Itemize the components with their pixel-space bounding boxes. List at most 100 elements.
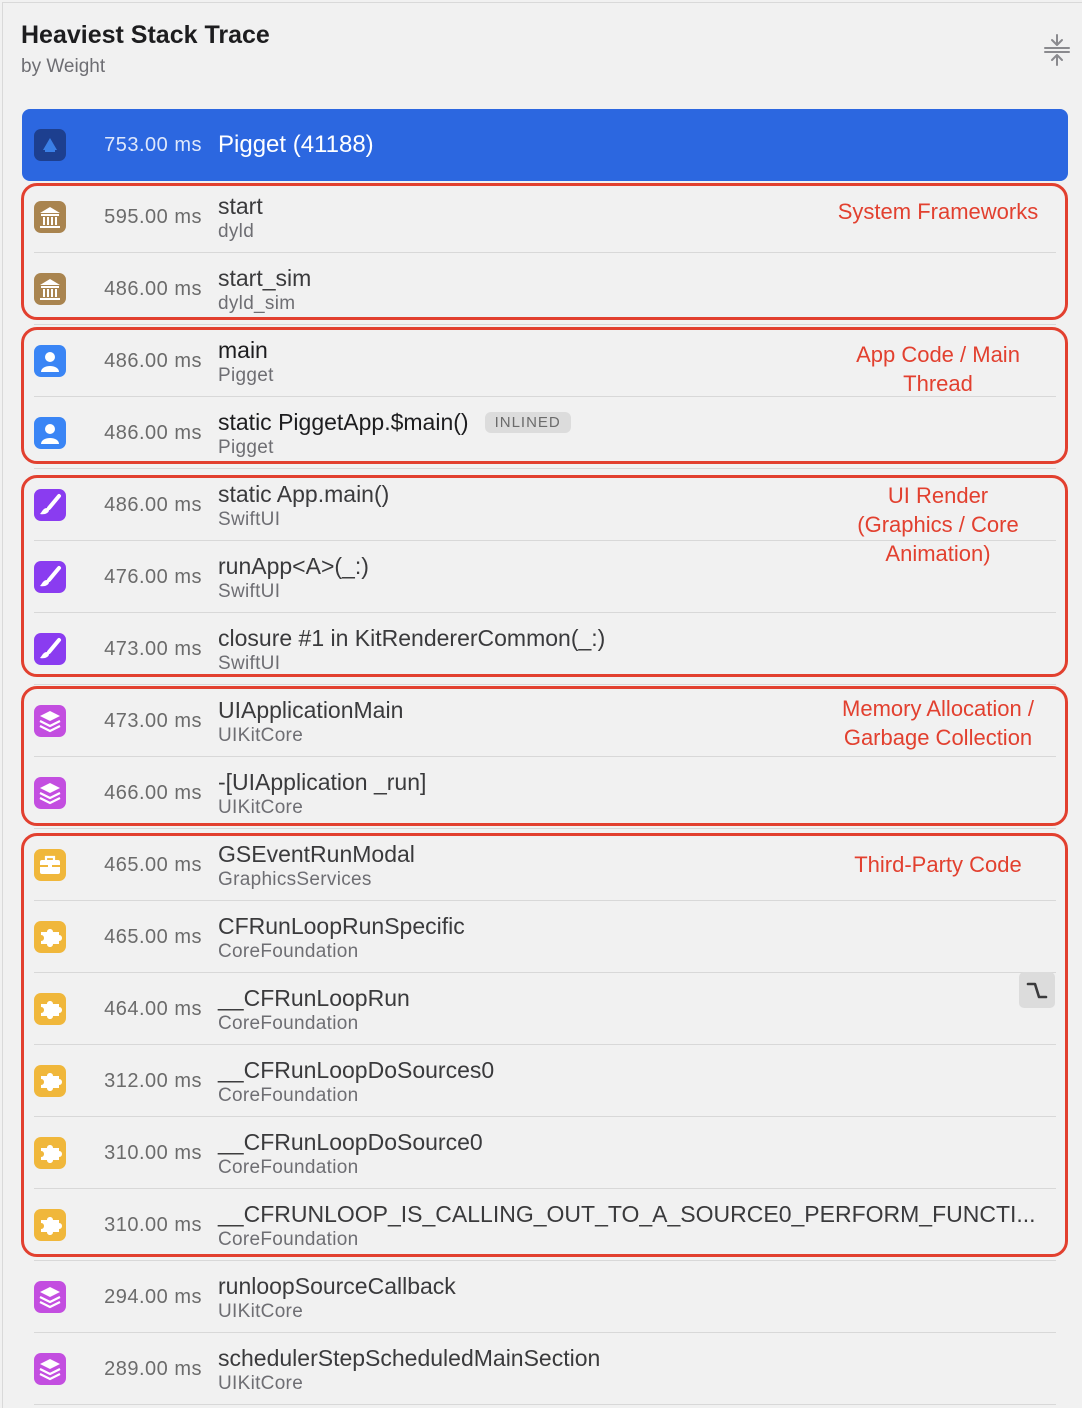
frame-symbol: UIApplicationMain [218, 697, 403, 724]
stack-frame-row[interactable]: 310.00 ms __CFRunLoopDoSource0 CoreFoundat… [22, 1117, 1068, 1189]
annotation-label: System Frameworks [818, 197, 1058, 226]
frame-weight: 473.00 ms [104, 638, 202, 660]
puzzle-icon [34, 1065, 66, 1097]
frame-symbol: runloopSourceCallback [218, 1273, 456, 1300]
frame-library: CoreFoundation [218, 1157, 359, 1178]
stack-frame-row[interactable]: 486.00 ms static PiggetApp.$main() INLINED… [22, 397, 1068, 469]
frame-weight: 464.00 ms [104, 998, 202, 1020]
stack-frame-row[interactable]: 312.00 ms __CFRunLoopDoSources0 CoreFounda… [22, 1045, 1068, 1117]
step-into-button[interactable] [1019, 972, 1055, 1008]
paintbrush-icon [34, 633, 66, 665]
frame-weight: 312.00 ms [104, 1070, 202, 1092]
annotation-label-line: (Graphics / Core [857, 512, 1019, 537]
annotation-label-line: UI Render [887, 483, 989, 508]
step-into-icon [1026, 982, 1048, 999]
puzzle-icon [34, 1209, 66, 1241]
stack-frame-row[interactable]: 310.00 ms __CFRUNLOOP_IS_CALLING_OUT_TO_A… [22, 1189, 1068, 1261]
frame-symbol-text: Pigget (41188) [218, 131, 374, 158]
frame-library: UIKitCore [218, 797, 304, 818]
toolbox-icon [34, 849, 66, 881]
frame-weight: 486.00 ms [104, 422, 202, 444]
annotation-label: Third-Party Code [818, 850, 1058, 879]
frame-library: SwiftUI [218, 581, 281, 602]
annotation-label: Memory Allocation / Garbage Collection [818, 694, 1058, 752]
frame-weight: 310.00 ms [104, 1142, 202, 1164]
puzzle-icon [34, 993, 66, 1025]
layers-icon [34, 1353, 66, 1385]
puzzle-icon [34, 1137, 66, 1169]
frame-symbol-text: -[UIApplication _run] [218, 769, 427, 795]
frame-symbol: static PiggetApp.$main() INLINED [218, 409, 571, 436]
frame-weight: 476.00 ms [104, 566, 202, 588]
frame-symbol-text: __CFRUNLOOP_IS_CALLING_OUT_TO_A_SOURCE0_… [218, 1201, 1036, 1227]
layers-icon [34, 705, 66, 737]
annotation-label-line: Third-Party Code [854, 852, 1022, 877]
stack-frame-row[interactable]: 486.00 ms start_sim dyld_sim [22, 253, 1068, 325]
app-process-icon [34, 129, 66, 161]
user-code-icon [34, 417, 66, 449]
frame-weight: 289.00 ms [104, 1358, 202, 1380]
frame-symbol: -[UIApplication _run] [218, 769, 426, 796]
frame-symbol: __CFRunLoopDoSource0 [218, 1129, 483, 1156]
frame-library: dyld [218, 221, 255, 242]
stack-frame-row[interactable]: 466.00 ms -[UIApplication _run] UIKitCore [22, 757, 1068, 829]
annotation-label: App Code / Main Thread [818, 340, 1058, 398]
frame-symbol: closure #1 in KitRendererCommon(_:) [218, 625, 605, 652]
frame-library: dyld_sim [218, 293, 296, 314]
frame-library: SwiftUI [218, 509, 281, 530]
frame-library: UIKitCore [218, 1301, 304, 1322]
frame-weight: 486.00 ms [104, 278, 202, 300]
layers-icon [34, 777, 66, 809]
stack-frame-row[interactable]: 464.00 ms __CFRunLoopRun CoreFoundation [22, 973, 1068, 1045]
puzzle-icon [34, 921, 66, 953]
frame-library: GraphicsServices [218, 869, 372, 890]
frame-symbol: runApp<A>(_:) [218, 553, 369, 580]
annotation-label-line: App Code / Main [856, 342, 1020, 367]
sort-by-label: by Weight [21, 56, 106, 77]
frame-weight: 595.00 ms [104, 206, 202, 228]
stack-frame-row[interactable]: 294.00 ms runloopSourceCallback UIKitCore [22, 1261, 1068, 1333]
frame-symbol-text: CFRunLoopRunSpecific [218, 913, 465, 939]
selected-frame-row[interactable]: 753.00 ms Pigget (41188) [22, 109, 1068, 181]
frame-symbol-text: GSEventRunModal [218, 841, 415, 867]
frame-symbol-text: closure #1 in KitRendererCommon(_:) [218, 625, 606, 651]
stack-frame-row[interactable]: 473.00 ms closure #1 in KitRendererCommon… [22, 613, 1068, 685]
frame-weight: 473.00 ms [104, 710, 202, 732]
annotation-label-line: Memory Allocation / [842, 696, 1034, 721]
frame-symbol: start_sim [218, 265, 311, 292]
frame-symbol-text: runloopSourceCallback [218, 1273, 456, 1299]
frame-weight: 310.00 ms [104, 1214, 202, 1236]
frame-library: UIKitCore [218, 725, 304, 746]
frame-symbol-text: __CFRunLoopDoSources0 [218, 1057, 495, 1083]
frame-library: UIKitCore [218, 1373, 304, 1394]
frame-library: Pigget [218, 437, 274, 458]
frame-symbol: main [218, 337, 268, 364]
frame-symbol-text: __CFRunLoopDoSource0 [218, 1129, 483, 1155]
paintbrush-icon [34, 561, 66, 593]
paintbrush-icon [34, 489, 66, 521]
frame-symbol-text: UIApplicationMain [218, 697, 404, 723]
stack-frame-row[interactable]: 289.00 ms schedulerStepScheduledMainSecti… [22, 1333, 1068, 1405]
frame-symbol: __CFRunLoopRun [218, 985, 410, 1012]
panel-title: Heaviest Stack Trace [21, 21, 270, 49]
frame-weight: 465.00 ms [104, 854, 202, 876]
frame-library: CoreFoundation [218, 1013, 359, 1034]
frame-library: SwiftUI [218, 653, 281, 674]
frame-weight: 486.00 ms [104, 350, 202, 372]
system-library-icon [34, 201, 66, 233]
frame-weight: 294.00 ms [104, 1286, 202, 1308]
frame-library: CoreFoundation [218, 941, 359, 962]
layers-icon [34, 1281, 66, 1313]
frame-symbol: GSEventRunModal [218, 841, 415, 868]
frame-library: CoreFoundation [218, 1085, 359, 1106]
frame-symbol: start [218, 193, 263, 220]
frame-weight: 486.00 ms [104, 494, 202, 516]
frame-library: Pigget [218, 365, 274, 386]
frame-symbol-text: static App.main() [218, 481, 390, 507]
collapse-icon[interactable] [1041, 33, 1073, 69]
frame-symbol: schedulerStepScheduledMainSection [218, 1345, 600, 1372]
frame-symbol: static App.main() [218, 481, 389, 508]
annotation-label-line: System Frameworks [837, 199, 1039, 224]
stack-frame-row[interactable]: 465.00 ms CFRunLoopRunSpecific CoreFoundat… [22, 901, 1068, 973]
frame-symbol: __CFRunLoopDoSources0 [218, 1057, 494, 1084]
